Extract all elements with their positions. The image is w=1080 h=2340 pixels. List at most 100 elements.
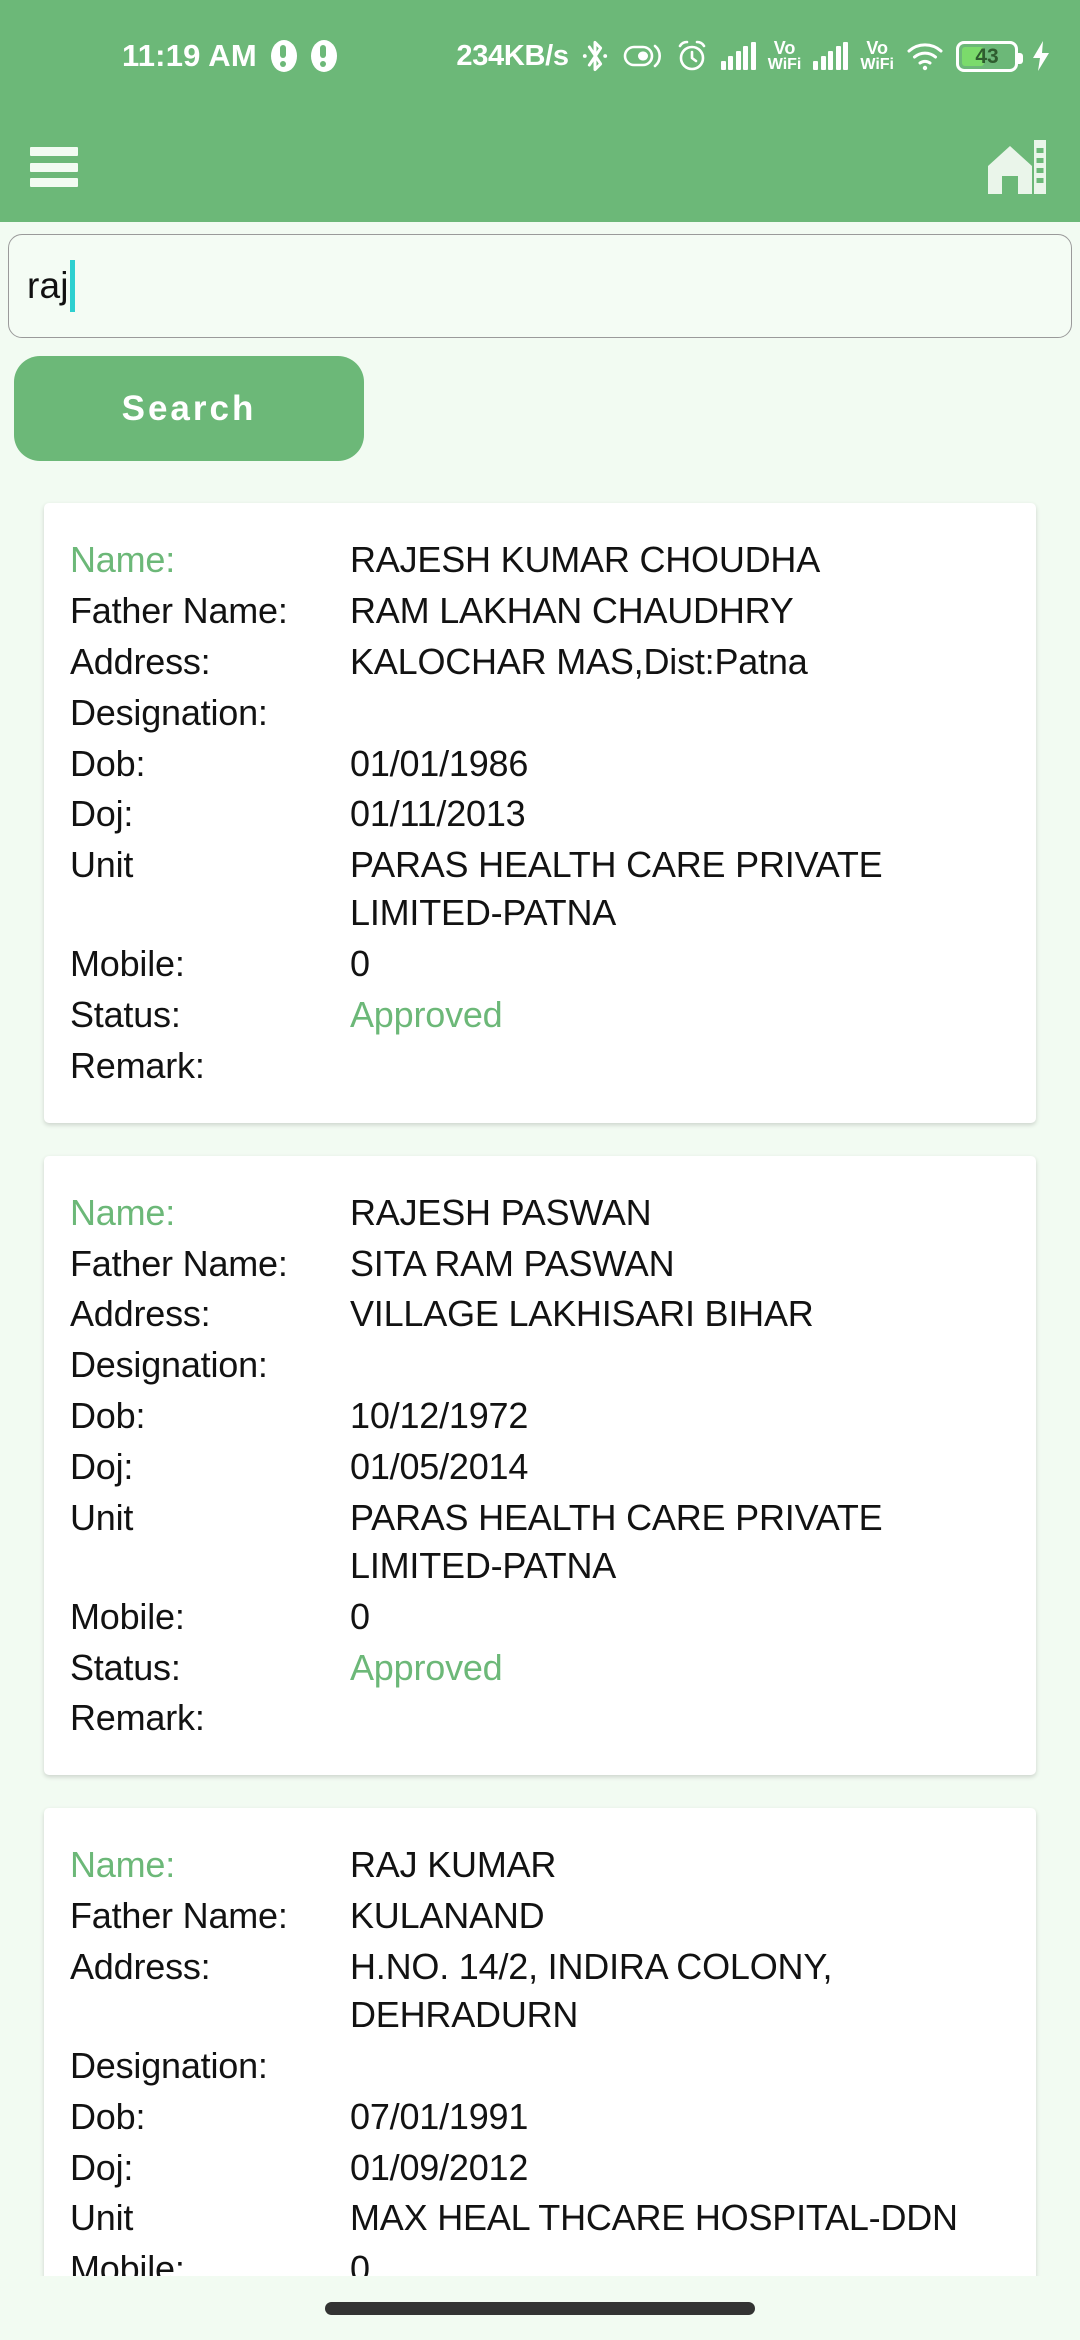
field-label: Mobile: bbox=[70, 2248, 185, 2276]
field-label: Dob: bbox=[70, 1395, 146, 1437]
field-label: Mobile: bbox=[70, 943, 185, 984]
result-field-row: Name: RAJ KUMAR bbox=[70, 1841, 1010, 1889]
notification-dot-icon bbox=[270, 40, 297, 72]
status-badge: Approved bbox=[350, 1646, 503, 1688]
volte-wifi-icon: Vo WiFi bbox=[767, 38, 802, 73]
result-field-row: Designation: bbox=[70, 689, 1010, 737]
results-list: Name: RAJESH KUMAR CHOUDHA Father Name: RAM… bbox=[0, 461, 1080, 2276]
wifi-icon bbox=[906, 41, 944, 71]
field-label: Dob: bbox=[70, 742, 146, 784]
result-field-row: Father Name: SITA RAM PASWAN bbox=[70, 1240, 1010, 1288]
result-card[interactable]: Name: RAJESH PASWAN Father Name: SITA RAM P… bbox=[44, 1155, 1036, 1776]
battery-icon: 43 bbox=[956, 40, 1023, 72]
status-bar-left: 11:19 AM bbox=[122, 38, 337, 74]
field-value: KULANAND bbox=[350, 1895, 545, 1937]
field-label: Unit bbox=[70, 1496, 134, 1538]
home-gesture-pill[interactable] bbox=[325, 2301, 755, 2315]
field-value: RAJESH PASWAN bbox=[350, 1191, 652, 1233]
result-field-row: Address: KALOCHAR MAS,Dist:Patna bbox=[70, 638, 1010, 686]
field-value: 10/12/1972 bbox=[350, 1395, 529, 1437]
result-field-row: Address: VILLAGE LAKHISARI BIHAR bbox=[70, 1290, 1010, 1338]
field-label: Father Name: bbox=[70, 1895, 288, 1937]
notification-dot-icon bbox=[310, 40, 337, 72]
search-input[interactable]: raj bbox=[8, 234, 1072, 338]
result-field-row: Dob: 07/01/1991 bbox=[70, 2093, 1010, 2141]
search-input-value: raj bbox=[27, 265, 69, 306]
field-label: Dob: bbox=[70, 2095, 146, 2137]
result-field-row: Status: Approved bbox=[70, 1644, 1010, 1692]
result-card[interactable]: Name: RAJ KUMAR Father Name: KULANAND Addres… bbox=[44, 1808, 1036, 2276]
result-field-row: Designation: bbox=[70, 1341, 1010, 1389]
field-value: MAX HEAL THCARE HOSPITAL-DDN bbox=[350, 2197, 958, 2239]
system-navigation-bar bbox=[0, 2276, 1080, 2340]
field-value: RAJ KUMAR bbox=[350, 1844, 557, 1886]
field-value: 0 bbox=[350, 1595, 370, 1637]
field-label: Remark: bbox=[70, 1697, 205, 1739]
alarm-icon bbox=[675, 39, 709, 73]
field-label: Status: bbox=[70, 1646, 181, 1688]
field-label: Designation: bbox=[70, 691, 268, 733]
status-bar: 11:19 AM 234KB/s Vo WiFi Vo WiFi 43 bbox=[0, 0, 1080, 112]
result-field-row: Name: RAJESH PASWAN bbox=[70, 1189, 1010, 1237]
result-field-row: Unit MAX HEAL THCARE HOSPITAL-DDN bbox=[70, 2194, 1010, 2242]
result-card[interactable]: Name: RAJESH KUMAR CHOUDHA Father Name: RAM… bbox=[44, 503, 1036, 1123]
field-label: Doj: bbox=[70, 2146, 134, 2188]
hospital-building-icon[interactable] bbox=[984, 136, 1048, 198]
volte-wifi-icon: Vo WiFi bbox=[860, 38, 894, 73]
network-speed-label: 234KB/s bbox=[456, 39, 569, 72]
field-label: Father Name: bbox=[70, 589, 288, 631]
result-field-row: Mobile: 0 bbox=[70, 2245, 1010, 2276]
signal-bars-icon bbox=[813, 41, 849, 70]
field-value: RAJESH KUMAR CHOUDHA bbox=[350, 539, 821, 580]
result-field-row: Mobile: 0 bbox=[70, 940, 1010, 988]
result-field-row: Dob: 01/01/1986 bbox=[70, 740, 1010, 788]
field-value: 0 bbox=[350, 943, 370, 984]
field-label: Name: bbox=[70, 1844, 176, 1886]
field-value: 0 bbox=[350, 2248, 370, 2276]
status-badge: Approved bbox=[350, 993, 503, 1035]
result-field-row: Remark: bbox=[70, 1042, 1010, 1090]
field-value: H.NO. 14/2, INDIRA COLONY, DEHRADURN bbox=[350, 1946, 833, 2035]
result-field-row: Doj: 01/09/2012 bbox=[70, 2144, 1010, 2192]
field-value: 07/01/1991 bbox=[350, 2095, 529, 2137]
field-label: Doj: bbox=[70, 1446, 134, 1487]
field-label: Name: bbox=[70, 539, 176, 580]
field-value: SITA RAM PASWAN bbox=[350, 1242, 675, 1284]
field-label: Unit bbox=[70, 2197, 134, 2239]
result-field-row: Dob: 10/12/1972 bbox=[70, 1392, 1010, 1440]
field-value: 01/11/2013 bbox=[350, 793, 526, 835]
field-value: VILLAGE LAKHISARI BIHAR bbox=[350, 1293, 814, 1335]
search-section: raj Search bbox=[0, 222, 1080, 461]
app-screen: 11:19 AM 234KB/s Vo WiFi Vo WiFi 43 raj … bbox=[0, 0, 1080, 2340]
field-label: Name: bbox=[70, 1191, 176, 1233]
field-label: Remark: bbox=[70, 1044, 205, 1086]
bluetooth-icon bbox=[581, 39, 609, 73]
signal-bars-icon bbox=[720, 41, 756, 70]
battery-percent-label: 43 bbox=[975, 44, 999, 68]
status-bar-clock: 11:19 AM bbox=[122, 38, 257, 73]
search-button[interactable]: Search bbox=[14, 356, 364, 461]
field-value: PARAS HEALTH CARE PRIVATE LIMITED-PATNA bbox=[350, 1496, 883, 1586]
field-label: Doj: bbox=[70, 793, 134, 835]
result-field-row: Remark: bbox=[70, 1694, 1010, 1742]
charging-bolt-icon bbox=[1030, 40, 1052, 72]
text-cursor bbox=[69, 260, 75, 312]
result-field-row: Unit PARAS HEALTH CARE PRIVATE LIMITED-PA… bbox=[70, 1494, 1010, 1590]
result-field-row: Designation: bbox=[70, 2042, 1010, 2090]
status-bar-right: 234KB/s Vo WiFi Vo WiFi 43 bbox=[456, 39, 1052, 73]
field-value: 01/05/2014 bbox=[350, 1446, 529, 1487]
field-value: PARAS HEALTH CARE PRIVATE LIMITED-PATNA bbox=[350, 844, 883, 934]
field-label: Unit bbox=[70, 844, 134, 886]
result-field-row: Father Name: KULANAND bbox=[70, 1892, 1010, 1940]
result-field-row: Doj: 01/05/2014 bbox=[70, 1443, 1010, 1491]
app-bar bbox=[0, 112, 1080, 222]
field-label: Address: bbox=[70, 1946, 211, 1987]
hamburger-menu-icon[interactable] bbox=[30, 147, 78, 187]
result-field-row: Doj: 01/11/2013 bbox=[70, 790, 1010, 838]
result-field-row: Unit PARAS HEALTH CARE PRIVATE LIMITED-PA… bbox=[70, 841, 1010, 937]
field-value: 01/09/2012 bbox=[350, 2146, 529, 2188]
field-value: RAM LAKHAN CHAUDHRY bbox=[350, 589, 794, 631]
field-label: Father Name: bbox=[70, 1242, 288, 1284]
result-field-row: Father Name: RAM LAKHAN CHAUDHRY bbox=[70, 587, 1010, 635]
field-value: KALOCHAR MAS,Dist:Patna bbox=[350, 640, 808, 682]
